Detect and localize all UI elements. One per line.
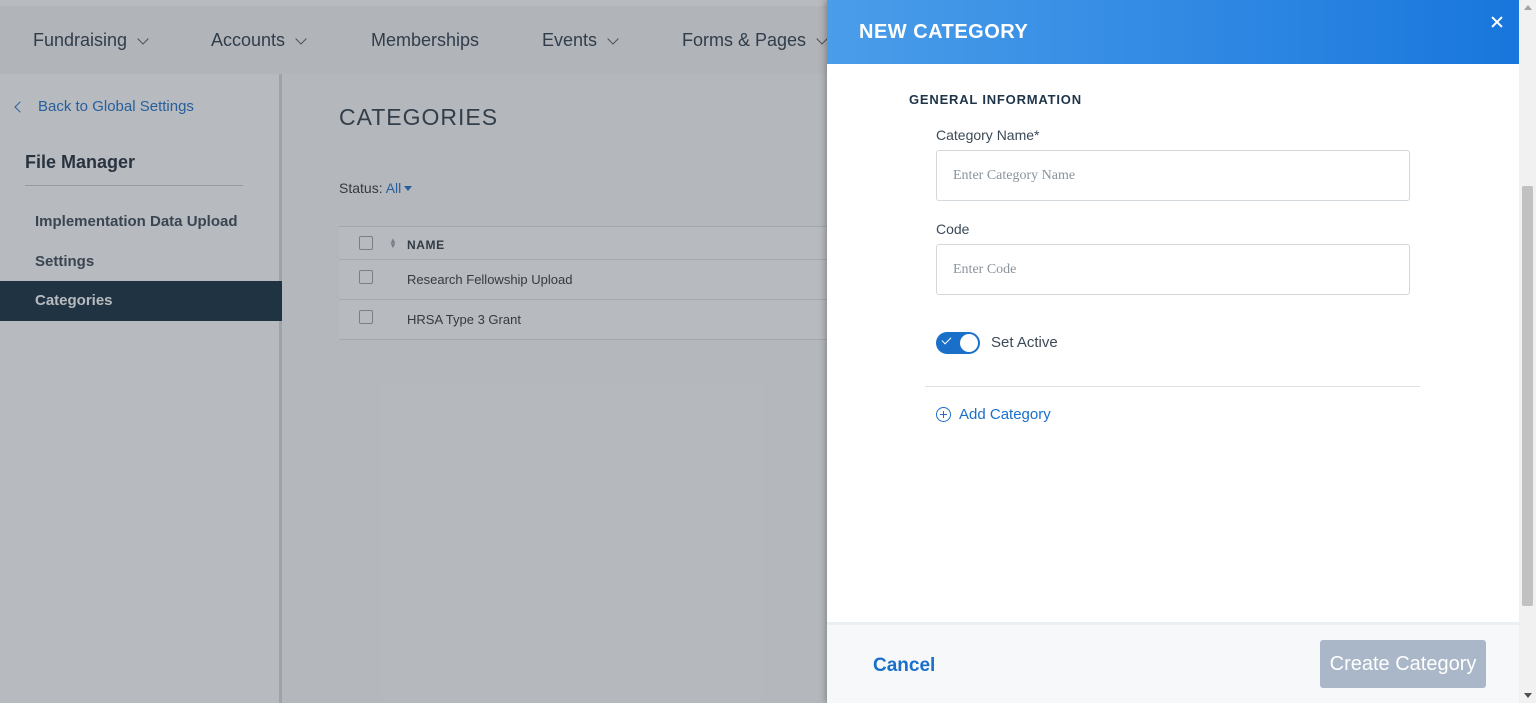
new-category-panel: NEW CATEGORY GENERAL INFORMATION Categor… [827, 0, 1519, 703]
close-icon[interactable] [1489, 14, 1505, 30]
add-category-button[interactable]: Add Category [936, 406, 1051, 423]
set-active-toggle[interactable] [936, 332, 980, 354]
section-heading: GENERAL INFORMATION [909, 92, 1082, 107]
panel-footer: Cancel Create Category [827, 622, 1519, 703]
scroll-up-icon[interactable] [1524, 5, 1532, 10]
modal-backdrop[interactable] [0, 0, 827, 703]
toggle-knob [960, 334, 978, 352]
code-input[interactable] [936, 244, 1410, 295]
panel-title: NEW CATEGORY [859, 21, 1029, 43]
category-name-input[interactable] [936, 150, 1410, 201]
scrollbar-thumb[interactable] [1522, 186, 1533, 606]
scroll-down-icon[interactable] [1524, 693, 1532, 698]
panel-header: NEW CATEGORY [827, 0, 1519, 64]
add-category-label: Add Category [959, 406, 1051, 423]
panel-divider [925, 386, 1420, 387]
check-icon [941, 334, 952, 345]
create-category-button[interactable]: Create Category [1320, 640, 1486, 688]
cancel-button[interactable]: Cancel [873, 655, 935, 677]
category-name-label: Category Name* [936, 127, 1040, 143]
vertical-scrollbar[interactable] [1519, 0, 1536, 703]
set-active-label: Set Active [991, 334, 1058, 351]
plus-circle-icon [936, 407, 951, 422]
code-label: Code [936, 221, 970, 237]
